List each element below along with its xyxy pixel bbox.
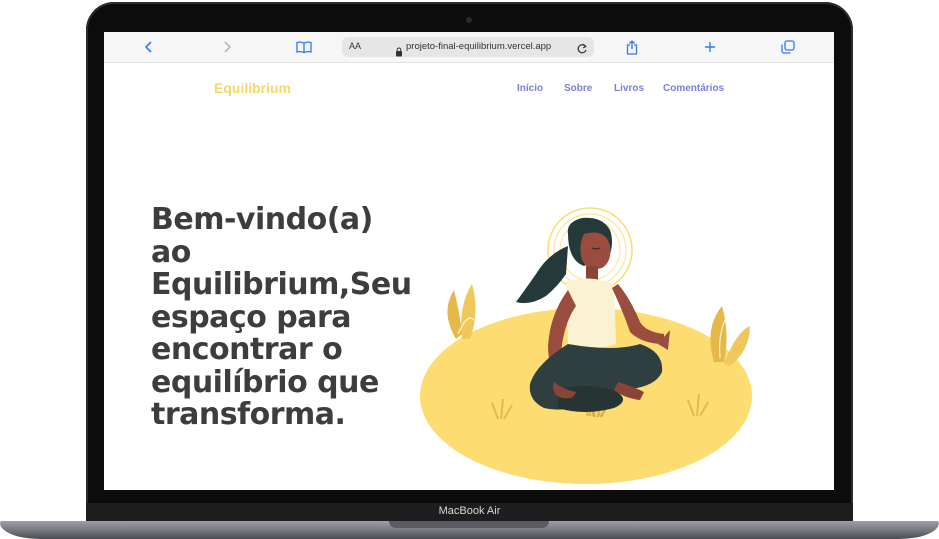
nav-link-livros[interactable]: Livros bbox=[614, 83, 644, 94]
laptop-notch bbox=[389, 521, 549, 528]
nav-link-sobre[interactable]: Sobre bbox=[564, 83, 592, 94]
browser-toolbar: AA projeto-final-equilibrium.vercel.app bbox=[104, 32, 834, 63]
nav-link-comentarios[interactable]: Comentários bbox=[663, 83, 724, 94]
device-model-label: MacBook Air bbox=[438, 505, 501, 517]
back-icon[interactable] bbox=[140, 38, 158, 56]
screen: AA projeto-final-equilibrium.vercel.app bbox=[104, 32, 834, 490]
forward-icon[interactable] bbox=[218, 38, 236, 56]
new-tab-icon[interactable] bbox=[701, 38, 719, 56]
address-bar[interactable]: AA projeto-final-equilibrium.vercel.app bbox=[342, 37, 594, 57]
nav-link-inicio[interactable]: Início bbox=[517, 83, 543, 94]
hero-title: Bem-vindo(a) ao Equilibrium,Seu espaço p… bbox=[151, 202, 412, 432]
reload-icon[interactable] bbox=[576, 40, 588, 59]
camera bbox=[466, 17, 472, 23]
site-logo[interactable]: Equilibrium bbox=[214, 80, 291, 96]
text-size-button[interactable]: AA bbox=[349, 41, 361, 51]
url-text: projeto-final-equilibrium.vercel.app bbox=[406, 41, 552, 52]
meditation-illustration bbox=[418, 194, 758, 490]
bookmarks-icon[interactable] bbox=[295, 38, 313, 56]
laptop-frame: AA projeto-final-equilibrium.vercel.app bbox=[0, 0, 939, 539]
tabs-icon[interactable] bbox=[779, 38, 797, 56]
site-header: Equilibrium Início Sobre Livros Comentár… bbox=[104, 62, 834, 117]
share-icon[interactable] bbox=[623, 38, 641, 56]
lock-icon bbox=[395, 42, 403, 61]
